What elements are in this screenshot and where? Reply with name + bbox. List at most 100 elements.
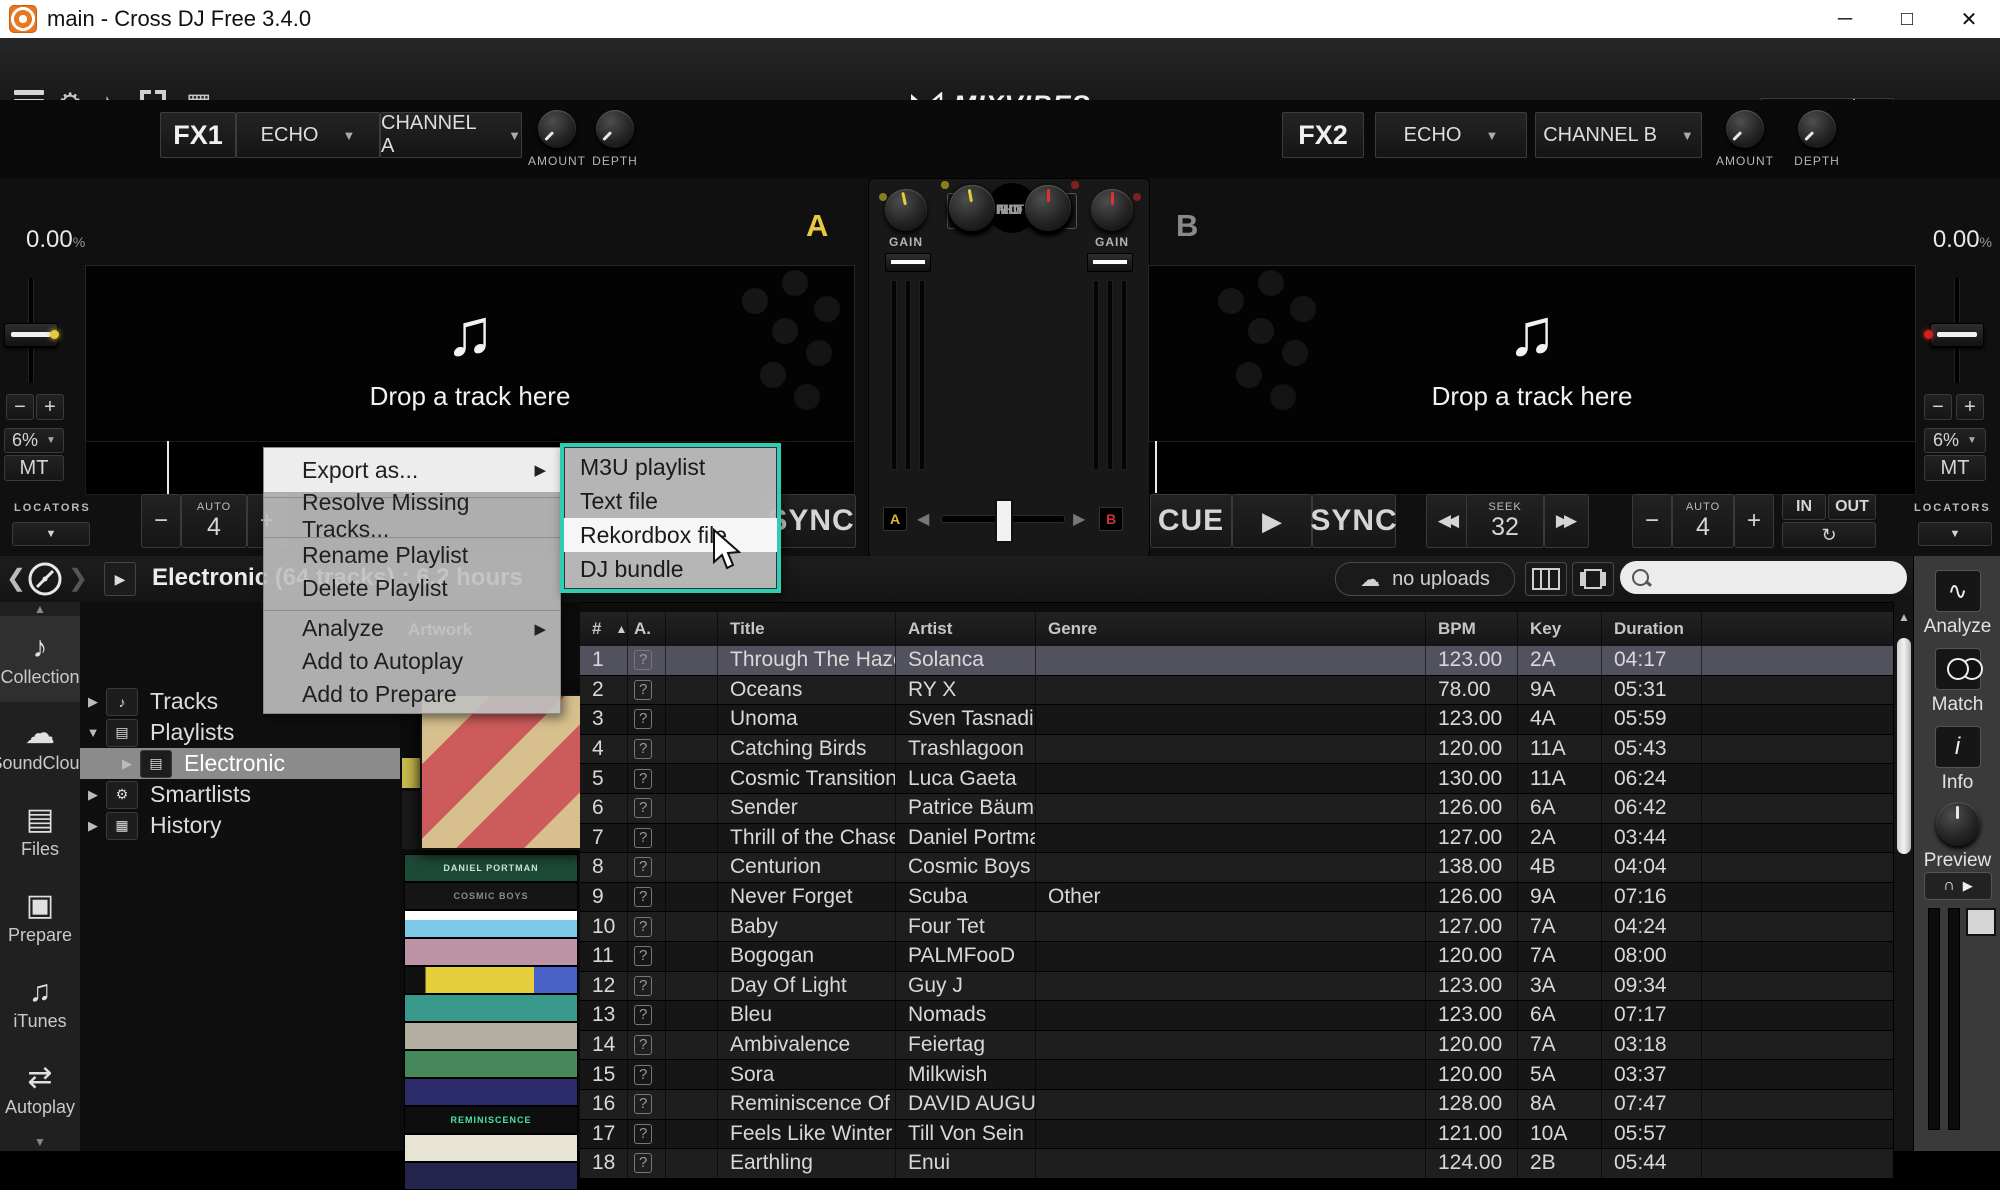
deck-a-mt-button[interactable]: MT <box>4 455 64 481</box>
fx2-channel-select[interactable]: CHANNEL B▼ <box>1535 112 1702 158</box>
deck-b-loop-in-button[interactable]: IN <box>1782 494 1826 520</box>
deck-a-auto-minus-button[interactable]: − <box>141 494 181 548</box>
table-row[interactable]: 8 ? Centurion Cosmic Boys 138.00 4B 04:0… <box>580 853 1893 883</box>
preview-knob[interactable] <box>1936 802 1980 846</box>
context-menu-item[interactable]: Analyze ▶ <box>264 612 560 645</box>
album-art-thumb[interactable] <box>404 966 578 994</box>
fx1-amount-knob[interactable] <box>538 110 576 148</box>
table-row[interactable]: 7 ? Thrill of the Chase Daniel Portman 1… <box>580 824 1893 854</box>
deck-b-auto-minus-button[interactable]: − <box>1632 494 1672 548</box>
sidebar-item[interactable]: ⇄ Autoplay <box>0 1046 80 1132</box>
table-row[interactable]: 5 ? Cosmic Transition Luca Gaeta 130.00 … <box>580 764 1893 794</box>
deck-b-autoloop[interactable]: AUTO4 <box>1672 494 1734 548</box>
table-row[interactable]: 10 ? Baby Four Tet 127.00 7A 04:24 <box>580 912 1893 942</box>
album-art-thumb[interactable] <box>404 1050 578 1078</box>
rail-scroll-up-icon[interactable]: ▲ <box>0 602 80 616</box>
fx2-depth-knob[interactable] <box>1798 110 1836 148</box>
scrollbar-up-icon[interactable]: ▲ <box>1894 610 1914 624</box>
tree-expander-icon[interactable]: ▶ <box>80 818 106 834</box>
scrollbar-thumb[interactable] <box>1897 638 1911 854</box>
table-row[interactable]: 11 ? Bogogan PALMFooD 120.00 7A 08:00 <box>580 942 1893 972</box>
fx1-channel-select[interactable]: CHANNEL A▼ <box>380 112 522 158</box>
deck-b-locators-button[interactable]: ▼ <box>1918 522 1992 546</box>
tree-item[interactable]: ▶ ⚙ Smartlists <box>80 779 400 810</box>
table-row[interactable]: 4 ? Catching Birds Trashlagoon 120.00 11… <box>580 735 1893 765</box>
album-art-thumb[interactable] <box>404 1134 578 1162</box>
fx1-effect-select[interactable]: ECHO▼ <box>236 112 380 158</box>
maximize-button[interactable]: □ <box>1876 0 1938 38</box>
table-row[interactable]: 15 ? Sora Milkwish 120.00 5A 03:37 <box>580 1060 1893 1090</box>
mixer-a-fader-handle[interactable] <box>885 253 931 272</box>
deck-b-pitch-plus-button[interactable]: + <box>1956 394 1984 420</box>
col-key[interactable]: Key <box>1518 612 1602 646</box>
col-number[interactable]: #▲ <box>580 612 628 646</box>
fx2-effect-select[interactable]: ECHO▼ <box>1375 112 1527 158</box>
panel-view-button[interactable] <box>1572 562 1614 596</box>
deck-b-seek-amount[interactable]: SEEK32 <box>1466 494 1544 548</box>
eq-b-knob[interactable] <box>1025 185 1071 231</box>
info-tool[interactable]: i Info <box>1914 726 2000 794</box>
deck-a-pitch-plus-button[interactable]: + <box>36 394 64 420</box>
table-row[interactable]: 17 ? Feels Like Winter Till Von Sein 121… <box>580 1120 1893 1150</box>
context-menu-item[interactable]: Delete Playlist ▶ <box>264 572 560 605</box>
close-button[interactable]: ✕ <box>1938 0 2000 38</box>
crossfader-left-arrow[interactable]: ◀ <box>917 509 929 529</box>
deck-b-loop-out-button[interactable]: OUT <box>1828 494 1876 520</box>
col-bpm[interactable]: BPM <box>1426 612 1518 646</box>
deck-b-drop-zone[interactable]: ♫ Drop a track here <box>1148 265 1916 443</box>
deck-a-pitch-minus-button[interactable]: − <box>6 394 34 420</box>
table-row[interactable]: 18 ? Earthling Enui 124.00 2B 05:44 <box>580 1149 1893 1179</box>
analyze-tool[interactable]: ∿ Analyze <box>1914 570 2000 638</box>
table-row[interactable]: 9 ? Never Forget Scuba Other 126.00 9A 0… <box>580 883 1893 913</box>
col-duration[interactable]: Duration <box>1602 612 1702 646</box>
deck-b-play-button[interactable]: ▶ <box>1232 494 1312 548</box>
mini-button[interactable] <box>1966 908 1996 936</box>
sidebar-item[interactable]: ▤ Files <box>0 788 80 874</box>
context-menu-item[interactable]: Export as... ▶ <box>264 448 560 492</box>
table-row[interactable]: 16 ? Reminiscence Of A Jewel DAVID AUGUS… <box>580 1090 1893 1120</box>
deck-b-mt-button[interactable]: MT <box>1924 455 1986 481</box>
table-row[interactable]: 12 ? Day Of Light Guy J 123.00 3A 09:34 <box>580 972 1893 1002</box>
context-menu-item[interactable]: ▶ <box>264 605 560 612</box>
context-menu-item[interactable]: Add to Autoplay ▶ <box>264 645 560 678</box>
album-art-thumb[interactable]: COSMIC BOYS <box>404 882 578 910</box>
tree-item[interactable]: ▼ ▤ Playlists <box>80 717 400 748</box>
album-art-thumb[interactable] <box>404 1022 578 1050</box>
col-status[interactable] <box>666 612 718 646</box>
mini-fader[interactable] <box>1948 908 1960 1130</box>
search-input[interactable] <box>1659 566 1897 589</box>
mixer-b-fader-handle[interactable] <box>1087 253 1133 272</box>
table-row[interactable]: 14 ? Ambivalence Feiertag 120.00 7A 03:1… <box>580 1031 1893 1061</box>
browse-compass-icon[interactable] <box>26 560 64 604</box>
nav-back-icon[interactable]: ❮ <box>6 564 26 593</box>
nav-forward-icon[interactable]: ❯ <box>68 564 88 593</box>
col-artist[interactable]: Artist <box>896 612 1036 646</box>
tree-expander-icon[interactable]: ▶ <box>114 756 140 772</box>
match-tool[interactable]: Match <box>1914 648 2000 716</box>
col-analyzed[interactable]: A. <box>628 612 666 646</box>
mini-fader[interactable] <box>1928 908 1940 1130</box>
table-row[interactable]: 13 ? Bleu Nomads 123.00 6A 07:17 <box>580 1001 1893 1031</box>
table-row[interactable]: 3 ? Unoma Sven Tasnadi 123.00 4A 05:59 <box>580 705 1893 735</box>
album-art-thumb[interactable] <box>404 994 578 1022</box>
rail-scroll-down-icon[interactable]: ▼ <box>0 1135 80 1149</box>
table-scrollbar[interactable]: ▲ <box>1893 602 1914 1151</box>
deck-b-loop-icon-button[interactable]: ↻ <box>1782 522 1876 548</box>
fx1-depth-knob[interactable] <box>596 110 634 148</box>
tree-item[interactable]: ▶ ▦ History <box>80 810 400 841</box>
sidebar-item[interactable]: ♪ Collection <box>0 616 80 702</box>
context-menu-item[interactable]: ▶ <box>264 532 560 539</box>
album-art-thumb[interactable] <box>404 938 578 966</box>
deck-b-pitch-minus-button[interactable]: − <box>1924 394 1952 420</box>
deck-b-pitch-handle[interactable] <box>1930 323 1984 347</box>
tree-expander-icon[interactable]: ▶ <box>80 694 106 710</box>
table-row[interactable]: 6 ? Sender Patrice Bäumel 126.00 6A 06:4… <box>580 794 1893 824</box>
album-art-thumb[interactable]: DANIEL PORTMAN <box>404 854 578 882</box>
minimize-button[interactable]: ─ <box>1814 0 1876 38</box>
tree-expander-icon[interactable]: ▼ <box>80 725 106 740</box>
table-row[interactable]: 2 ? Oceans RY X 78.00 9A 05:31 <box>580 676 1893 706</box>
tree-expander-icon[interactable]: ▶ <box>80 787 106 803</box>
uploads-status[interactable]: ☁ no uploads <box>1335 562 1515 596</box>
table-view-button[interactable] <box>1525 562 1567 596</box>
context-menu-item[interactable]: Resolve Missing Tracks... ▶ <box>264 499 560 532</box>
